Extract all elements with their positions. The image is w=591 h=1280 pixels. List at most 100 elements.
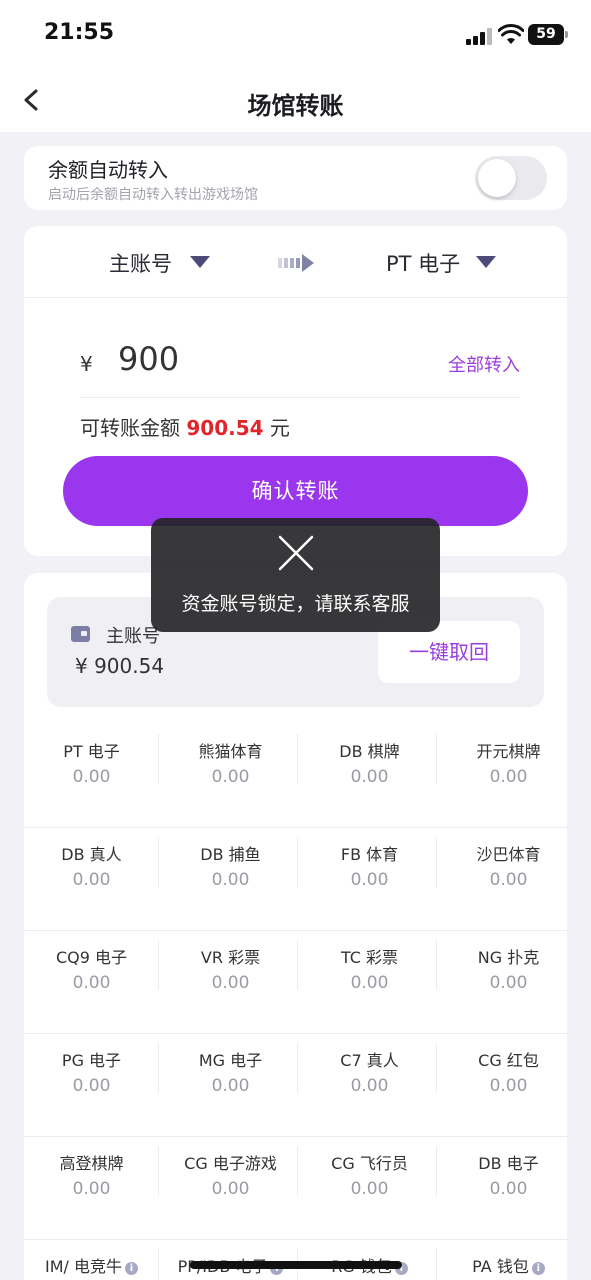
venue-name: CG 电子游戏	[163, 1150, 298, 1174]
toast: 资金账号锁定，请联系客服	[151, 518, 440, 632]
venue-name-text: PT 电子	[63, 742, 120, 761]
venue-name: C7 真人	[302, 1047, 437, 1071]
venue-cell[interactable]: DB 电子 0.00	[441, 1137, 576, 1240]
venue-balance: 0.00	[489, 767, 528, 787]
toast-message: 资金账号锁定，请联系客服	[181, 593, 410, 615]
toggle-knob	[478, 159, 516, 197]
venue-row: PT 电子 0.00 熊猫体育 0.00 DB 棋牌 0.00 开元棋牌 0.00	[24, 725, 567, 828]
venue-name: MG 电子	[163, 1047, 298, 1071]
auto-transfer-title: 余额自动转入	[48, 158, 168, 182]
available-amount: 可转账金额 900.54 元	[80, 412, 290, 441]
venue-cell[interactable]: DB 棋牌 0.00	[302, 725, 437, 828]
venue-cell[interactable]: MG 电子 0.00	[163, 1034, 298, 1137]
venue-cell[interactable]: NG 扑克 0.00	[441, 931, 576, 1034]
venue-cell[interactable]: PP/IDB 电子i	[163, 1240, 298, 1280]
venue-row: IM/ 电竞牛iPP/IDB 电子iRG 钱包iPA 钱包i	[24, 1240, 567, 1280]
venue-name: 熊猫体育	[163, 738, 298, 762]
venue-cell[interactable]: 开元棋牌 0.00	[441, 725, 576, 828]
transfer-card: 主账号 PT 电子 ¥ 全部转入 可转账金额 900.54 元 确认转账	[24, 226, 567, 556]
currency-symbol: ¥	[80, 352, 93, 376]
amount-row: ¥ 全部转入	[80, 340, 520, 398]
venue-name: TC 彩票	[302, 944, 437, 968]
available-label: 可转账金额	[80, 416, 180, 440]
venue-name: IM/ 电竞牛 i	[24, 1253, 159, 1277]
venue-cell[interactable]: RG 钱包i	[302, 1240, 437, 1280]
venue-name: CG 飞行员	[302, 1150, 437, 1174]
info-icon[interactable]: i	[531, 1262, 545, 1275]
page-title: 场馆转账	[247, 92, 344, 120]
venue-balance-card: 主账号 ¥ 900.54 一键取回 PT 电子 0.00 熊猫体育 0.00 DB 棋牌…	[24, 573, 567, 1280]
venue-name-text: 熊猫体育	[198, 742, 263, 761]
venue-name: PA 钱包 i	[441, 1253, 576, 1277]
venue-cell[interactable]: DB 捕鱼 0.00	[163, 828, 298, 931]
venue-name-text: MG 电子	[198, 1051, 263, 1070]
confirm-transfer-button[interactable]: 确认转账	[63, 456, 528, 526]
venue-name: CQ9 电子	[24, 944, 159, 968]
venue-name: CG 红包	[441, 1047, 576, 1071]
venue-balance: 0.00	[72, 1076, 111, 1096]
venue-name-text: FB 体育	[340, 845, 399, 864]
venue-balance: 0.00	[350, 1076, 389, 1096]
venue-name: VR 彩票	[163, 944, 298, 968]
info-icon[interactable]: i	[125, 1262, 138, 1275]
cellular-signal-icon	[466, 27, 492, 45]
venue-cell[interactable]: TC 彩票 0.00	[302, 931, 437, 1034]
venue-name-text: 开元棋牌	[476, 742, 541, 761]
from-account-select[interactable]: 主账号	[109, 248, 172, 278]
triangle-down-icon[interactable]	[476, 256, 496, 268]
venue-cell[interactable]: CG 红包 0.00	[441, 1034, 576, 1137]
transfer-all-link[interactable]: 全部转入	[448, 351, 520, 377]
venue-cell[interactable]: 熊猫体育 0.00	[163, 725, 298, 828]
triangle-down-icon[interactable]	[190, 256, 210, 268]
venue-row: 高登棋牌 0.00 CG 电子游戏 0.00 CG 飞行员 0.00 DB 电子 0.00	[24, 1137, 567, 1240]
venue-cell[interactable]: 高登棋牌 0.00	[24, 1137, 159, 1240]
venue-balance: 0.00	[350, 870, 389, 890]
venue-cell[interactable]: CG 电子游戏 0.00	[163, 1137, 298, 1240]
venue-name-text: IM/ 电竞牛	[44, 1257, 122, 1276]
venue-balance: 0.00	[72, 973, 111, 993]
venue-name-text: 高登棋牌	[59, 1154, 124, 1173]
wallet-balance: ¥ 900.54	[75, 654, 165, 678]
venue-name: 高登棋牌	[24, 1150, 159, 1174]
venue-cell[interactable]: CQ9 电子 0.00	[24, 931, 159, 1034]
venue-cell[interactable]: PA 钱包 i	[441, 1240, 576, 1280]
auto-transfer-toggle[interactable]	[475, 156, 547, 200]
wallet-icon	[71, 626, 90, 642]
nav-bar: 场馆转账	[0, 70, 591, 130]
venue-balance: 0.00	[72, 1179, 111, 1199]
amount-input[interactable]	[118, 340, 318, 378]
venue-balance: 0.00	[211, 973, 250, 993]
venue-balance: 0.00	[489, 973, 528, 993]
account-selector-row: 主账号 PT 电子	[24, 226, 567, 298]
venue-cell[interactable]: DB 真人 0.00	[24, 828, 159, 931]
status-bar: 21:55 59	[0, 0, 591, 70]
venue-name-text: DB 棋牌	[339, 742, 400, 761]
venue-name-text: TC 彩票	[340, 948, 399, 967]
venue-name: FB 体育	[302, 841, 437, 865]
venue-name-text: DB 真人	[61, 845, 122, 864]
venue-cell[interactable]: PG 电子 0.00	[24, 1034, 159, 1137]
venue-balance: 0.00	[72, 767, 111, 787]
home-indicator	[190, 1261, 402, 1269]
venue-name-text: PA 钱包	[472, 1257, 529, 1276]
venue-cell[interactable]: C7 真人 0.00	[302, 1034, 437, 1137]
venue-cell[interactable]: VR 彩票 0.00	[163, 931, 298, 1034]
venue-cell[interactable]: PT 电子 0.00	[24, 725, 159, 828]
venue-name: PG 电子	[24, 1047, 159, 1071]
auto-transfer-card: 余额自动转入 启动后余额自动转入转出游戏场馆	[24, 146, 567, 210]
venue-name-text: C7 真人	[340, 1051, 399, 1070]
venue-balance: 0.00	[211, 1179, 250, 1199]
venue-name: DB 电子	[441, 1150, 576, 1174]
to-account-select[interactable]: PT 电子	[386, 248, 460, 278]
venue-name: DB 捕鱼	[163, 841, 298, 865]
venue-cell[interactable]: IM/ 电竞牛 i	[24, 1240, 159, 1280]
venue-cell[interactable]: CG 飞行员 0.00	[302, 1137, 437, 1240]
wifi-icon	[498, 24, 524, 44]
available-value: 900.54	[186, 416, 264, 440]
venue-name: 开元棋牌	[441, 738, 576, 762]
venue-name: PT 电子	[24, 738, 159, 762]
venue-cell[interactable]: FB 体育 0.00	[302, 828, 437, 931]
venue-name: DB 棋牌	[302, 738, 437, 762]
venue-balance: 0.00	[489, 1179, 528, 1199]
venue-cell[interactable]: 沙巴体育 0.00	[441, 828, 576, 931]
